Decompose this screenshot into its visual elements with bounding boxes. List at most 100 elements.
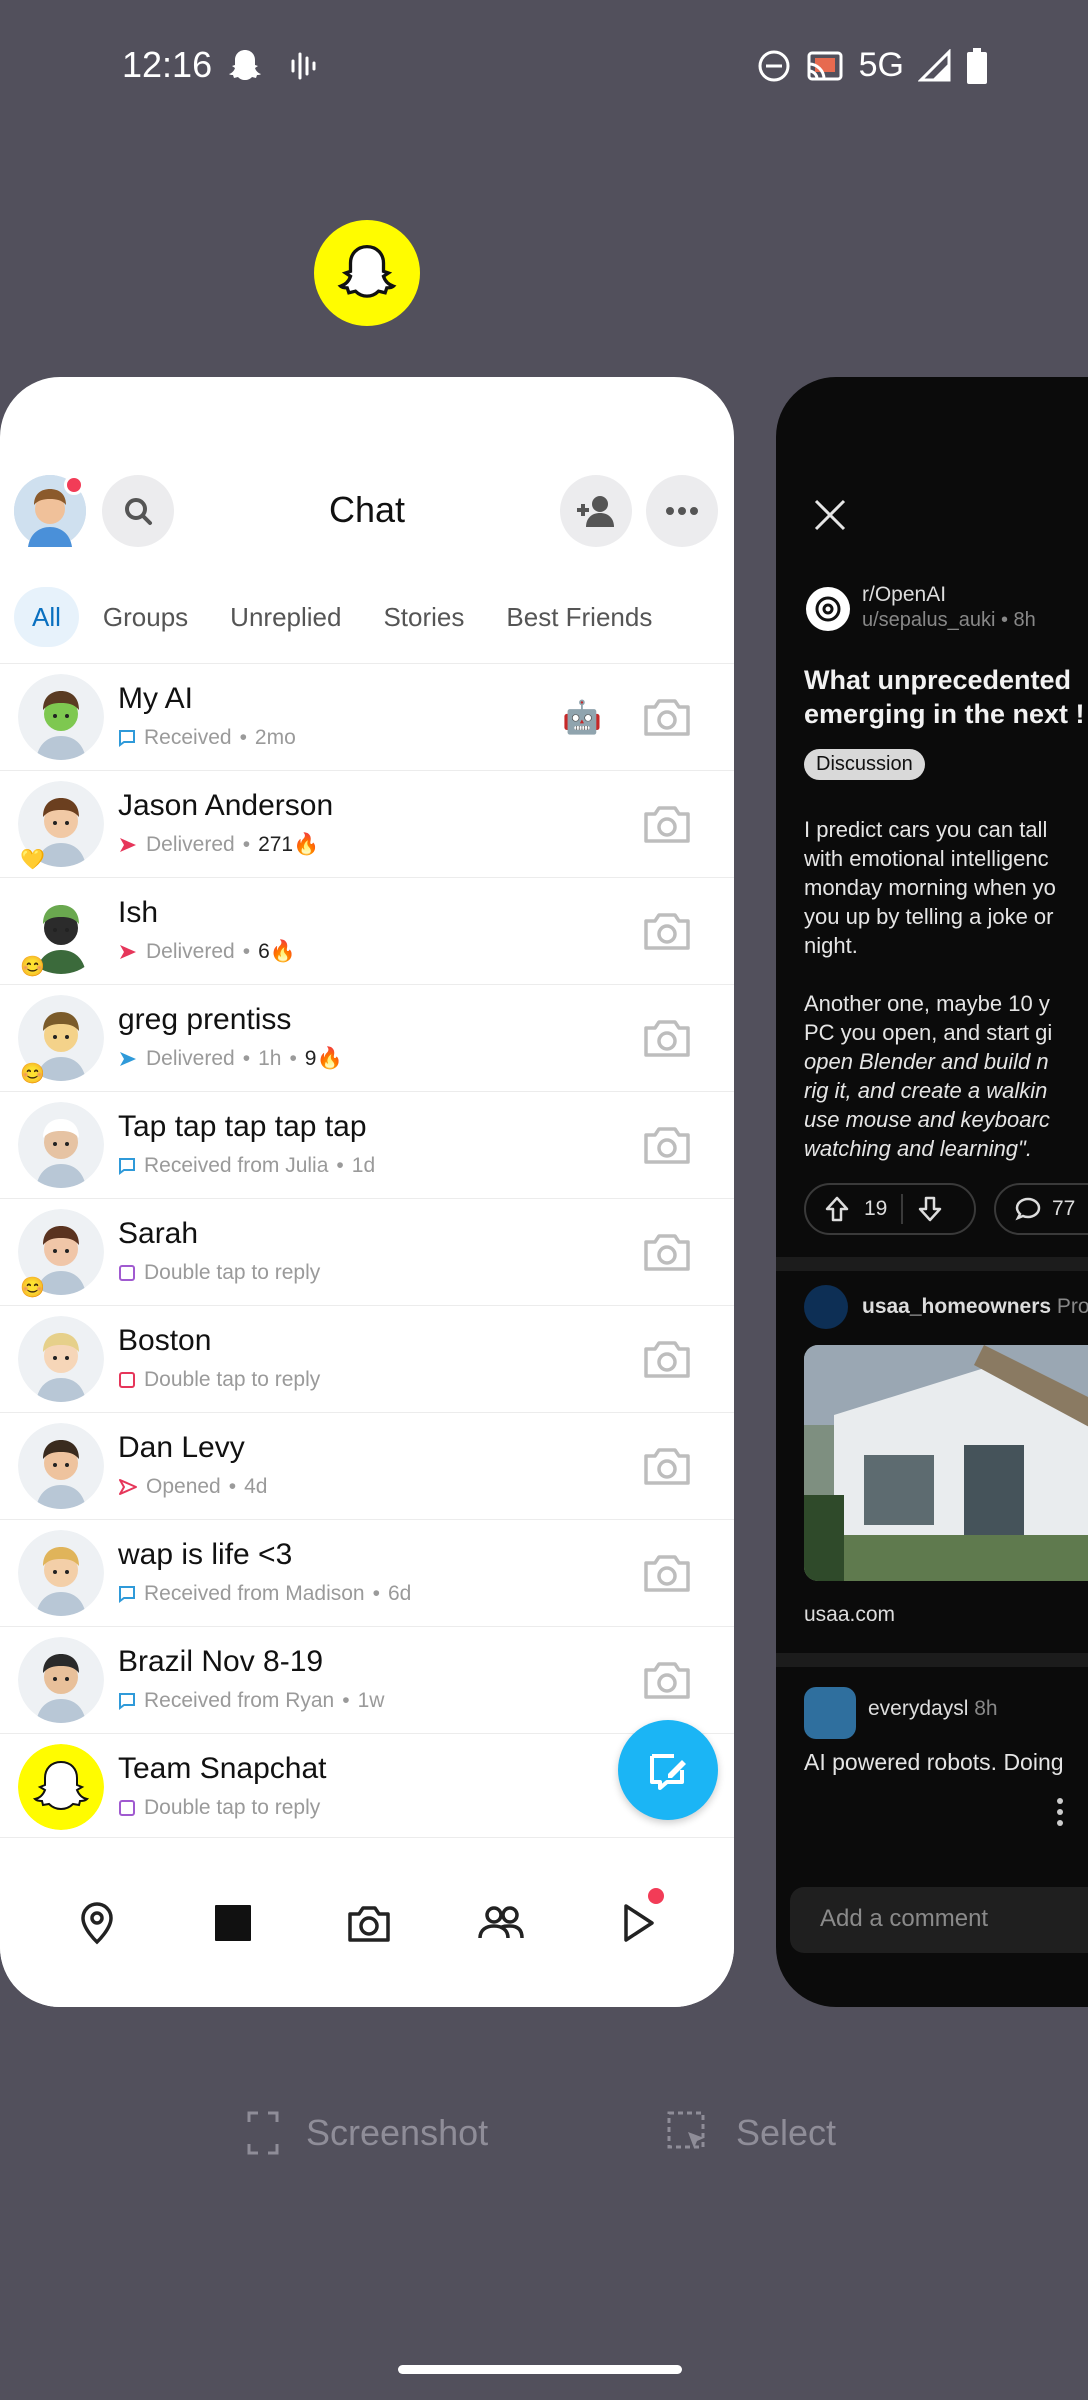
chat-status: Delivered • 1h • 9🔥 bbox=[118, 1047, 343, 1071]
chat-avatar[interactable] bbox=[18, 1637, 104, 1723]
camera-reply-icon[interactable] bbox=[642, 1338, 692, 1380]
post-body: I predict cars you can tall with emotion… bbox=[804, 815, 1056, 1192]
chat-row[interactable]: 😊 Sarah Double tap to reply bbox=[0, 1198, 734, 1305]
separator-dot: • bbox=[228, 1475, 237, 1498]
tab-groups[interactable]: Groups bbox=[85, 587, 206, 647]
status-bar: 12:16 5G bbox=[0, 0, 1088, 130]
ad-advertiser-name: usaa_homeowners bbox=[862, 1295, 1052, 1318]
ad-domain[interactable]: usaa.com bbox=[804, 1603, 895, 1627]
chat-avatar[interactable] bbox=[18, 1316, 104, 1402]
chat-row[interactable]: My AI Received • 2mo 🤖 bbox=[0, 663, 734, 770]
camera-reply-icon[interactable] bbox=[642, 1124, 692, 1166]
camera-icon[interactable] bbox=[344, 1898, 394, 1948]
snapchat-app-icon[interactable] bbox=[314, 220, 420, 326]
snap-delivered-icon bbox=[120, 838, 136, 852]
separator-dot: • bbox=[289, 1047, 297, 1070]
chat-status-text: Received from Madison bbox=[144, 1582, 365, 1605]
user-avatar bbox=[804, 1687, 856, 1739]
separator-dot: • bbox=[336, 1154, 344, 1177]
chat-list: My AI Received • 2mo 🤖 💛 Jason Anderson D… bbox=[0, 663, 734, 1840]
bottom-nav bbox=[0, 1837, 734, 2007]
body-line: watching and learning". bbox=[804, 1136, 1032, 1161]
friend-emoji: 😊 bbox=[20, 956, 45, 978]
chat-status-text: Delivered bbox=[146, 940, 235, 963]
add-friend-button[interactable] bbox=[560, 475, 632, 547]
divider bbox=[776, 1653, 1088, 1667]
map-pin-icon[interactable] bbox=[72, 1898, 122, 1948]
chat-row[interactable]: Tap tap tap tap tap Received from Julia … bbox=[0, 1091, 734, 1198]
tab-stories[interactable]: Stories bbox=[365, 587, 482, 647]
chat-status-text: Double tap to reply bbox=[144, 1368, 321, 1391]
new-chat-button[interactable] bbox=[618, 1720, 718, 1820]
chat-row[interactable]: 😊 greg prentiss Delivered • 1h • 9🔥 bbox=[0, 984, 734, 1091]
chat-status: Received from Julia • 1d bbox=[118, 1154, 375, 1178]
upvote-icon[interactable] bbox=[824, 1195, 850, 1223]
chat-status: Delivered • 6🔥 bbox=[118, 940, 296, 964]
chat-status: Double tap to reply bbox=[118, 1261, 320, 1285]
home-indicator[interactable] bbox=[398, 2365, 682, 2374]
upvote-count: 19 bbox=[864, 1197, 888, 1220]
camera-reply-icon[interactable] bbox=[642, 1445, 692, 1487]
chat-name: greg prentiss bbox=[118, 1003, 292, 1036]
friend-emoji: 💛 bbox=[20, 849, 45, 871]
tab-unreplied[interactable]: Unreplied bbox=[212, 587, 359, 647]
chat-row[interactable]: Brazil Nov 8-19 Received from Ryan • 1w bbox=[0, 1626, 734, 1733]
battery-icon bbox=[967, 47, 987, 84]
downvote-icon[interactable] bbox=[917, 1195, 943, 1223]
more-options-button[interactable] bbox=[646, 475, 718, 547]
camera-reply-icon[interactable] bbox=[642, 1659, 692, 1701]
snap-opened-icon bbox=[119, 1479, 137, 1495]
chat-row[interactable]: wap is life <3 Received from Madison • 6d bbox=[0, 1519, 734, 1626]
ad-advertiser[interactable]: usaa_homeowners Pro bbox=[862, 1295, 1088, 1319]
chat-name: wap is life <3 bbox=[118, 1538, 293, 1571]
tab-all[interactable]: All bbox=[14, 587, 79, 647]
stories-play-icon[interactable] bbox=[612, 1898, 662, 1948]
vote-control[interactable]: 19 bbox=[804, 1183, 976, 1235]
chat-row[interactable]: 😊 Ish Delivered • 6🔥 bbox=[0, 877, 734, 984]
close-icon[interactable] bbox=[812, 497, 848, 533]
chat-unread-icon bbox=[119, 1372, 135, 1388]
chat-row[interactable]: Boston Double tap to reply bbox=[0, 1305, 734, 1412]
friend-emoji: 😊 bbox=[20, 1063, 45, 1085]
chat-avatar[interactable] bbox=[18, 1423, 104, 1509]
comment-icon bbox=[1015, 1197, 1041, 1221]
add-comment-input[interactable]: Add a comment bbox=[790, 1887, 1088, 1953]
chat-status-text: Double tap to reply bbox=[144, 1261, 321, 1284]
chat-name: Jason Anderson bbox=[118, 789, 334, 822]
chat-row[interactable]: Dan Levy Opened • 4d bbox=[0, 1412, 734, 1519]
friends-icon[interactable] bbox=[476, 1898, 526, 1948]
post-title: What unprecedented emerging in the next … bbox=[804, 663, 1085, 731]
chat-avatar[interactable] bbox=[18, 674, 104, 760]
chat-avatar[interactable] bbox=[18, 1530, 104, 1616]
subreddit-name[interactable]: r/OpenAI bbox=[862, 583, 946, 607]
add-friend-icon bbox=[577, 496, 614, 527]
select-button[interactable]: Select bbox=[666, 2110, 836, 2156]
chat-received-icon bbox=[119, 1158, 135, 1175]
chat-avatar[interactable] bbox=[18, 1102, 104, 1188]
body-line: monday morning when yo bbox=[804, 875, 1056, 900]
chat-status-text: Opened bbox=[146, 1475, 221, 1498]
chat-icon[interactable] bbox=[208, 1898, 258, 1948]
camera-reply-icon[interactable] bbox=[642, 1231, 692, 1273]
comments-button[interactable]: 77 bbox=[994, 1183, 1088, 1235]
camera-reply-icon[interactable] bbox=[642, 1552, 692, 1594]
reddit-recent-card[interactable]: r/OpenAI u/sepalus_auki • 8h What unprec… bbox=[776, 377, 1088, 2007]
post-text: AI powered robots. Doing bbox=[804, 1749, 1064, 1775]
camera-reply-icon[interactable] bbox=[642, 803, 692, 845]
post-author[interactable]: everydaysl 8h bbox=[868, 1697, 998, 1721]
network-type: 5G bbox=[858, 46, 904, 84]
compose-icon bbox=[650, 1754, 686, 1790]
camera-reply-icon[interactable] bbox=[642, 1017, 692, 1059]
snapchat-recent-card[interactable]: Chat All Groups Unreplied Stories Best F… bbox=[0, 377, 734, 2007]
screenshot-button[interactable]: Screenshot bbox=[246, 2110, 488, 2156]
ad-image[interactable] bbox=[804, 1345, 1088, 1581]
more-vertical-icon[interactable] bbox=[1056, 1797, 1064, 1827]
separator-dot: • bbox=[242, 1047, 251, 1070]
tab-best-friends[interactable]: Best Friends bbox=[488, 587, 670, 647]
chat-avatar[interactable] bbox=[18, 1744, 104, 1830]
chat-status: Received from Ryan • 1w bbox=[118, 1689, 384, 1713]
status-right: 5G bbox=[757, 46, 988, 85]
chat-row[interactable]: 💛 Jason Anderson Delivered • 271🔥 bbox=[0, 770, 734, 877]
camera-reply-icon[interactable] bbox=[642, 910, 692, 952]
camera-reply-icon[interactable] bbox=[642, 696, 692, 738]
